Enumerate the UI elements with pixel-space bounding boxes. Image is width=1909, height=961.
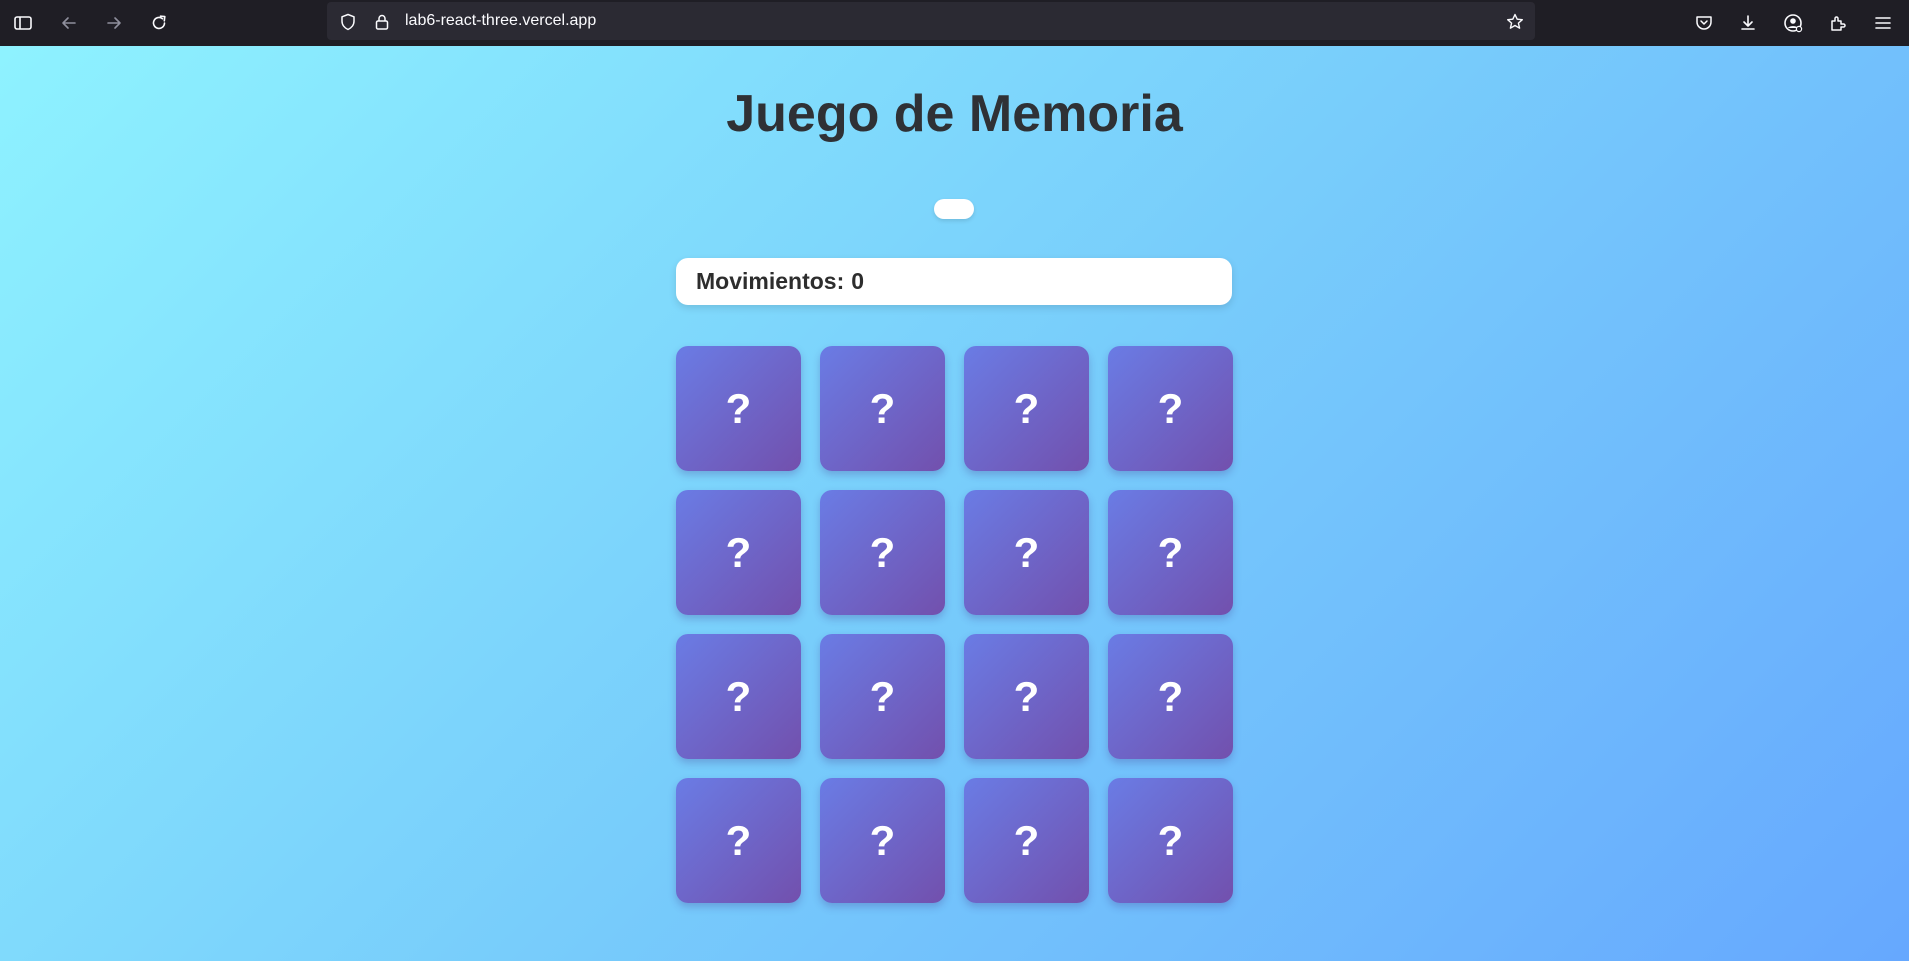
pocket-icon[interactable] — [1689, 8, 1719, 38]
memory-card[interactable]: ? — [820, 778, 945, 903]
memory-card[interactable]: ? — [964, 778, 1089, 903]
account-icon[interactable] — [1778, 8, 1808, 38]
url-text[interactable]: lab6-react-three.vercel.app — [405, 12, 596, 30]
memory-card[interactable]: ? — [676, 634, 801, 759]
extensions-icon[interactable] — [1823, 8, 1853, 38]
memory-card[interactable]: ? — [676, 778, 801, 903]
memory-card[interactable]: ? — [1108, 778, 1233, 903]
page-title: Juego de Memoria — [726, 85, 1183, 143]
memory-card[interactable]: ? — [820, 490, 945, 615]
moves-count: 0 — [851, 268, 865, 294]
shield-icon[interactable] — [338, 12, 358, 32]
reload-icon[interactable] — [144, 8, 174, 38]
moves-label: Movimientos: — [696, 268, 845, 294]
card-grid: ? ? ? ? ? ? ? ? ? ? ? ? ? ? ? ? — [676, 346, 1233, 903]
url-bar[interactable]: lab6-react-three.vercel.app — [327, 2, 1535, 40]
memory-card[interactable]: ? — [964, 490, 1089, 615]
memory-card[interactable]: ? — [820, 346, 945, 471]
menu-icon[interactable] — [1868, 8, 1898, 38]
sidebar-icon[interactable] — [8, 8, 38, 38]
memory-card[interactable]: ? — [964, 634, 1089, 759]
lock-icon[interactable] — [372, 12, 392, 32]
memory-card[interactable]: ? — [820, 634, 945, 759]
browser-toolbar: lab6-react-three.vercel.app — [0, 0, 1909, 46]
star-bookmark-icon[interactable] — [1505, 12, 1525, 32]
memory-card[interactable]: ? — [964, 346, 1089, 471]
restart-button[interactable] — [934, 199, 974, 219]
memory-card[interactable]: ? — [676, 490, 801, 615]
moves-counter: Movimientos: 0 — [676, 258, 1232, 305]
memory-card[interactable]: ? — [1108, 634, 1233, 759]
download-icon[interactable] — [1733, 8, 1763, 38]
back-arrow-icon[interactable] — [54, 8, 84, 38]
memory-card[interactable]: ? — [676, 346, 801, 471]
memory-card[interactable]: ? — [1108, 346, 1233, 471]
memory-card[interactable]: ? — [1108, 490, 1233, 615]
game-page: Juego de Memoria Movimientos: 0 ? ? ? ? … — [0, 46, 1909, 961]
forward-arrow-icon[interactable] — [99, 8, 129, 38]
